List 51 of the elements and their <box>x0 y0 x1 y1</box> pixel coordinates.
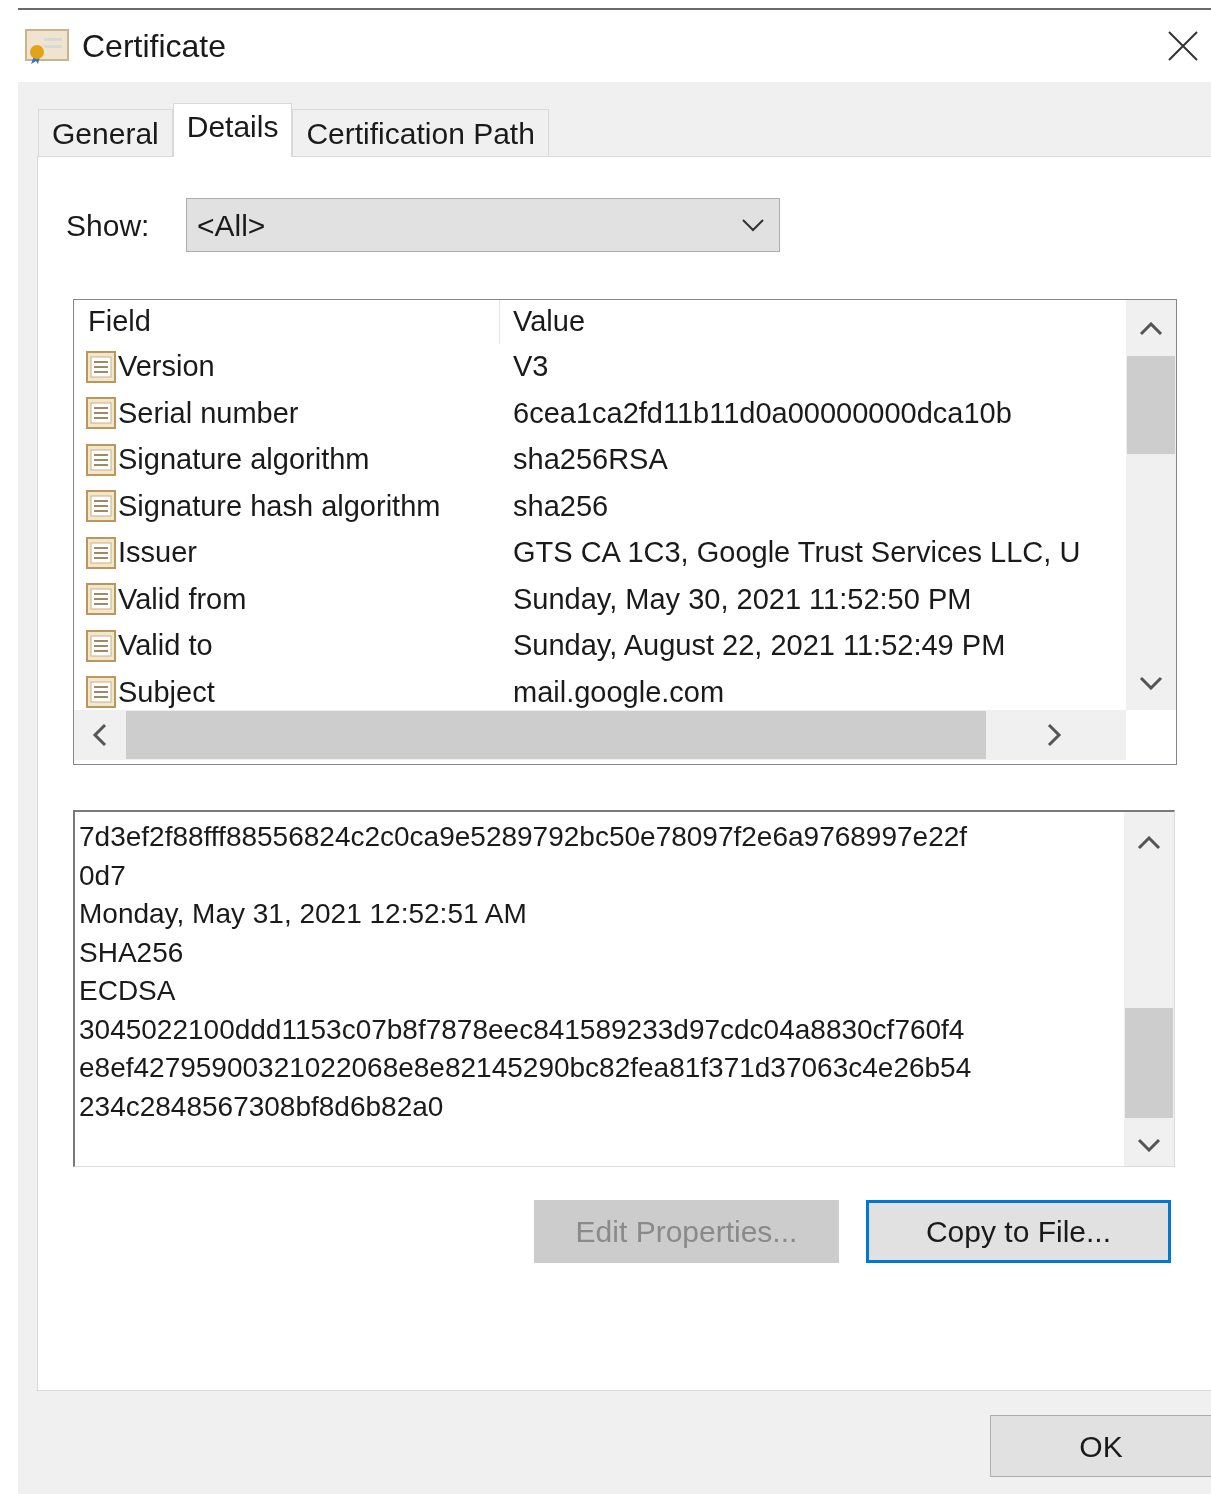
document-icon <box>86 583 116 616</box>
field-name: Issuer <box>118 535 197 570</box>
tab[interactable]: Details <box>172 103 293 157</box>
show-label: Show: <box>66 207 151 244</box>
horizontal-scrollbar[interactable] <box>74 710 1126 760</box>
chevron-left-icon <box>92 723 108 747</box>
field-value: sha256 <box>512 488 610 524</box>
chevron-up-icon <box>1137 836 1161 850</box>
chevron-down-icon <box>1139 676 1163 690</box>
scrollbar-thumb[interactable] <box>1125 1008 1173 1118</box>
document-icon <box>86 536 116 569</box>
document-icon <box>86 490 116 523</box>
vertical-scrollbar[interactable] <box>1124 812 1174 1166</box>
field-value: GTS CA 1C3, Google Trust Services LLC, U <box>512 535 1082 570</box>
scrollbar-thumb[interactable] <box>1127 356 1175 454</box>
field-name: Valid from <box>118 581 247 617</box>
document-icon <box>86 397 116 430</box>
document-icon <box>86 443 116 476</box>
document-icon <box>86 676 116 709</box>
chevron-down-icon <box>741 218 765 232</box>
certificate-icon <box>24 26 70 66</box>
tab[interactable]: Certification Path <box>292 109 549 156</box>
close-icon <box>1167 30 1199 62</box>
show-dropdown[interactable]: <All> <box>186 198 780 252</box>
field-value: Sunday, May 30, 2021 11:52:50 PM <box>512 581 973 617</box>
chevron-up-icon <box>1139 322 1163 336</box>
field-value: sha256RSA <box>512 442 669 477</box>
column-header[interactable]: Field <box>74 300 500 344</box>
chevron-right-icon <box>1046 723 1062 747</box>
field-value: Sunday, August 22, 2021 11:52:49 PM <box>512 628 1007 663</box>
tab[interactable]: General <box>38 109 173 156</box>
document-icon <box>86 629 116 662</box>
field-name: Subject <box>118 674 215 710</box>
scrollbar-thumb[interactable] <box>126 711 986 759</box>
ok-button[interactable]: OK <box>990 1415 1211 1477</box>
detail-text-box[interactable] <box>73 810 1175 1167</box>
field-value: 6cea1ca2fd11b11d0a00000000dca10b <box>512 395 1013 431</box>
window-title: Certificate <box>82 27 227 66</box>
chevron-down-icon <box>1137 1138 1161 1152</box>
column-header[interactable]: Value <box>500 300 1126 344</box>
field-name: Version <box>118 349 215 384</box>
detail-text: 7d3ef2f88fff88556824c2c0ca9e5289792bc50e78097f2e6a9768997e22f 0d7 Monday, May 31, 2021 12:52:51 AM SHA256 ECDSA 3045022100ddd1153c07b8f7878eec841589233d97cdc04a8830cf760f4 e8ef42795900321022068e8e82145290bc82fea81f371d37063c4e26b54 234c2848567308bf8d6b82a0 <box>78 820 973 1124</box>
field-name: Signature algorithm <box>118 442 370 477</box>
vertical-scrollbar[interactable] <box>1126 300 1176 710</box>
field-value: V3 <box>512 349 550 384</box>
action-button[interactable]: Copy to File... <box>866 1200 1171 1263</box>
field-name: Signature hash algorithm <box>118 488 441 524</box>
field-value: mail.google.com <box>512 674 726 710</box>
field-name: Serial number <box>118 395 299 431</box>
document-icon <box>86 350 116 383</box>
field-name: Valid to <box>118 628 213 663</box>
